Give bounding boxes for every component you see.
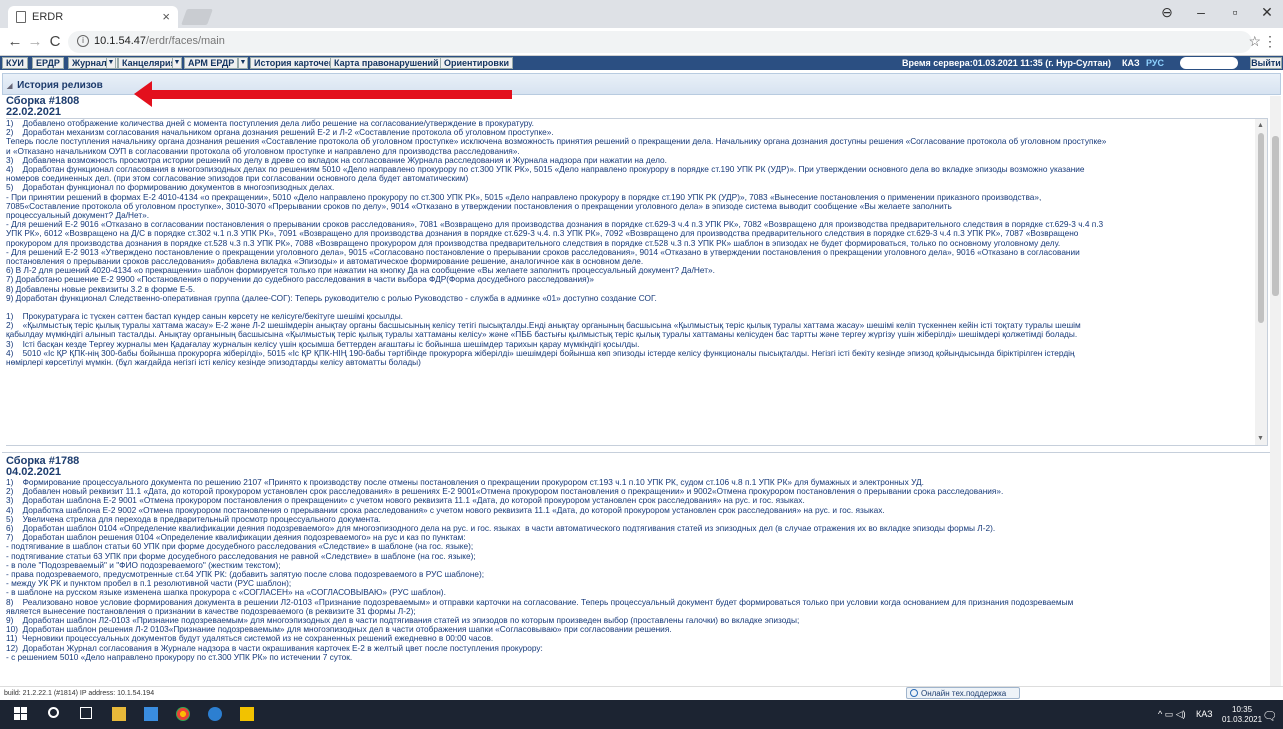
back-arrow-icon[interactable]: ←: [6, 33, 24, 50]
bookmark-star-icon[interactable]: ☆: [1248, 33, 1261, 50]
profile-icon[interactable]: ⊖: [1152, 4, 1182, 21]
support-label: Онлайн тех.поддержка: [921, 689, 1007, 698]
app-menubar: КУИ ЕРДР Журналы ▼ Канцелярия ▼ АРМ ЕРДР…: [0, 56, 1283, 70]
user-name-redacted: [1180, 57, 1238, 69]
page-scrollbar[interactable]: [1270, 96, 1281, 686]
task-view-icon[interactable]: [80, 707, 92, 719]
menu-kui[interactable]: КУИ: [2, 57, 28, 69]
scroll-up-icon[interactable]: ▲: [1257, 121, 1264, 130]
release-note-line: нөмірлері көрсетілуі мүмкін. (бұл жағдай…: [6, 357, 421, 368]
chrome-icon[interactable]: [176, 707, 190, 721]
clock-time: 10:35: [1232, 705, 1253, 714]
search-icon[interactable]: [48, 707, 59, 718]
release-title: Сборка #1808: [6, 96, 80, 107]
release-title: Сборка #1788: [6, 455, 80, 467]
keyboard-lang[interactable]: КАЗ: [1196, 709, 1213, 719]
browser-tab[interactable]: ERDR ×: [8, 6, 178, 28]
sticky-app-icon[interactable]: [240, 707, 254, 721]
lang-kz-link[interactable]: КАЗ: [1122, 58, 1140, 68]
tray-icons[interactable]: ^ ▭ ◁): [1158, 709, 1186, 720]
menu-orientations[interactable]: Ориентировки: [440, 57, 513, 69]
chevron-down-icon[interactable]: ▼: [106, 57, 116, 69]
menu-arm-erdr[interactable]: АРМ ЕРДР: [184, 57, 239, 69]
url-host: 10.1.54.47: [94, 35, 146, 47]
server-time: Время сервера:01.03.2021 11:35 (г. Нур-С…: [902, 58, 1111, 68]
outlook-icon[interactable]: [144, 707, 158, 721]
exit-button[interactable]: Выйти: [1250, 57, 1282, 69]
inner-scrollbar[interactable]: ▲ ▼: [1255, 119, 1267, 445]
scroll-thumb[interactable]: [1258, 133, 1264, 323]
windows-taskbar: ^ ▭ ◁) КАЗ 10:35 01.03.2021 🗨: [0, 700, 1283, 729]
new-tab-button[interactable]: [181, 9, 213, 25]
url-path: /erdr/faces/main: [146, 35, 225, 47]
browser-tabstrip: ERDR × ⊖ – ▫ ✕: [0, 0, 1283, 28]
clock-date: 01.03.2021: [1222, 715, 1263, 724]
release-notes-box[interactable]: 1) Добавлено отображение количества дней…: [6, 118, 1268, 446]
menu-card-history[interactable]: История карточек: [250, 57, 338, 69]
chevron-down-icon[interactable]: ▼: [172, 57, 182, 69]
page-scroll-thumb[interactable]: [1272, 136, 1279, 296]
reload-icon[interactable]: C: [46, 33, 64, 50]
forward-arrow-icon[interactable]: →: [26, 33, 44, 50]
address-bar: ← → C i 10.1.54.47/erdr/faces/main ☆ ⋮: [0, 28, 1283, 56]
release-notes-box: 1) Формирование процессуального документ…: [6, 478, 1268, 662]
release-note-line: 7) Доработано решение Е-2 9900 «Постанов…: [6, 274, 594, 285]
chat-icon: [910, 689, 918, 697]
maximize-button[interactable]: ▫: [1220, 4, 1250, 20]
release-note-line: 9) Доработан функционал Следственно-опер…: [6, 292, 657, 303]
build-info: build: 21.2.22.1 (#1814) IP address: 10.…: [0, 686, 1283, 700]
panel-title: История релизов: [17, 80, 103, 91]
release-history-content: Сборка #1808 22.02.2021 1) Добавлено ото…: [2, 96, 1281, 686]
close-window-button[interactable]: ✕: [1252, 4, 1282, 21]
release-note-line: - с решением 5010 «Дело направлено проку…: [6, 651, 353, 662]
release-note-line: 7085«Составление протокола об уголовном …: [6, 200, 952, 211]
tab-close-icon[interactable]: ×: [162, 9, 170, 24]
release-lines: 1) Формирование процессуального документ…: [6, 478, 1268, 662]
collapse-triangle-icon[interactable]: ◢: [7, 83, 12, 90]
page-icon: [16, 11, 26, 23]
release-date: 22.02.2021: [6, 106, 62, 118]
release-date: 04.02.2021: [6, 466, 62, 478]
lang-ru-link[interactable]: РУС: [1146, 58, 1164, 68]
windows-start-icon[interactable]: [14, 707, 28, 721]
url-input[interactable]: i 10.1.54.47/erdr/faces/main: [68, 31, 1252, 53]
menu-kebab-icon[interactable]: ⋮: [1263, 33, 1277, 50]
minimize-button[interactable]: –: [1186, 4, 1216, 20]
chevron-down-icon[interactable]: ▼: [238, 57, 248, 69]
release-lines: 1) Добавлено отображение количества дней…: [6, 119, 1267, 367]
menu-chancellery[interactable]: Канцелярия: [118, 57, 180, 69]
taskbar-clock[interactable]: 10:35 01.03.2021: [1222, 705, 1262, 725]
menu-offense-map[interactable]: Карта правонарушений: [330, 57, 443, 69]
online-support-button[interactable]: Онлайн тех.поддержка: [906, 687, 1020, 699]
tab-title: ERDR: [32, 11, 64, 23]
menu-erdr[interactable]: ЕРДР: [32, 57, 64, 69]
info-icon[interactable]: i: [77, 35, 89, 47]
file-explorer-icon[interactable]: [112, 707, 126, 721]
scroll-down-icon[interactable]: ▼: [1257, 434, 1264, 443]
notification-icon[interactable]: 🗨: [1262, 709, 1277, 723]
app-icon[interactable]: [208, 707, 222, 721]
